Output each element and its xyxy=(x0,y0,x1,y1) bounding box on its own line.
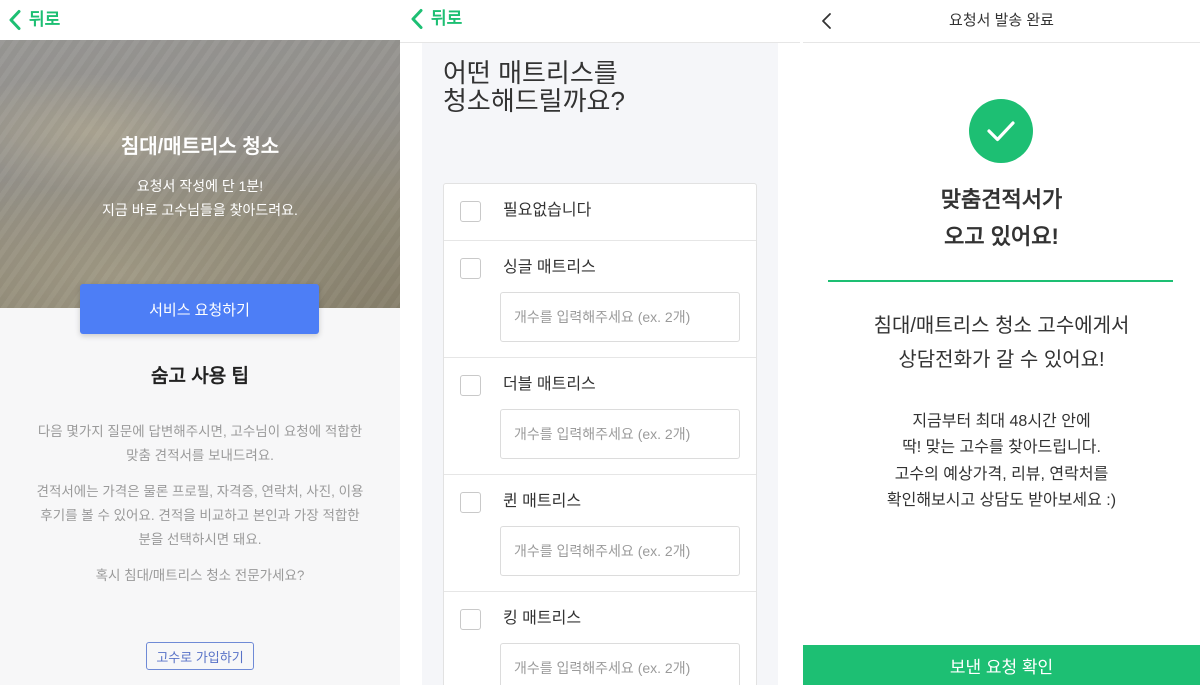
chevron-left-icon xyxy=(8,9,22,31)
checkbox-icon[interactable] xyxy=(460,258,481,279)
tip-paragraph: 견적서에는 가격은 물론 프로필, 자격증, 연락처, 사진, 이용 후기를 볼… xyxy=(36,484,364,547)
mattress-question-screen: 뒤로 어떤 매트리스를 청소해드릴까요? 필요없습니다 싱글 매트리스 더블 매… xyxy=(400,0,800,685)
service-request-button[interactable]: 서비스 요청하기 xyxy=(80,284,319,334)
option-label: 킹 매트리스 xyxy=(503,610,582,627)
checkbox-icon[interactable] xyxy=(460,201,481,222)
top-bar: 요청서 발송 완료 xyxy=(803,0,1200,43)
option-queen[interactable]: 퀸 매트리스 xyxy=(444,474,756,591)
quantity-input[interactable] xyxy=(500,292,740,342)
quantity-input[interactable] xyxy=(500,643,740,685)
option-single[interactable]: 싱글 매트리스 xyxy=(444,240,756,357)
success-details: 지금부터 최대 48시간 안에 딱! 맞는 고수를 찾아드립니다. 고수의 예상… xyxy=(886,413,1117,509)
divider xyxy=(828,280,1173,282)
option-label: 퀸 매트리스 xyxy=(503,493,582,510)
back-label: 뒤로 xyxy=(29,10,61,29)
option-label: 더블 매트리스 xyxy=(503,376,596,393)
quantity-input[interactable] xyxy=(500,409,740,459)
checkbox-icon[interactable] xyxy=(460,492,481,513)
option-list: 필요없습니다 싱글 매트리스 더블 매트리스 퀸 매트리스 킹 매트리스 xyxy=(443,183,757,685)
option-double[interactable]: 더블 매트리스 xyxy=(444,357,756,474)
top-bar: 뒤로 xyxy=(400,0,800,43)
checkbox-icon[interactable] xyxy=(460,609,481,630)
pro-signup-button[interactable]: 고수로 가입하기 xyxy=(146,642,254,670)
request-complete-screen: 요청서 발송 완료 맞춤견적서가 오고 있어요! 침대/매트리스 청소 고수에게… xyxy=(803,0,1200,685)
view-sent-request-button[interactable]: 보낸 요청 확인 xyxy=(803,645,1200,685)
pro-question-text: 혹시 침대/매트리스 청소 전문가세요? xyxy=(95,568,305,583)
hero-banner: 침대/매트리스 청소 요청서 작성에 단 1분! 지금 바로 고수님들을 찾아드… xyxy=(0,40,400,308)
hero-subtitle: 요청서 작성에 단 1분! 지금 바로 고수님들을 찾아드려요. xyxy=(102,178,298,218)
success-headline: 맞춤견적서가 오고 있어요! xyxy=(940,187,1063,249)
top-bar: 뒤로 xyxy=(0,0,400,40)
option-king[interactable]: 킹 매트리스 xyxy=(444,591,756,685)
quantity-input[interactable] xyxy=(500,526,740,576)
option-label: 싱글 매트리스 xyxy=(503,259,596,276)
check-circle-icon xyxy=(969,99,1033,163)
chevron-left-icon xyxy=(410,8,424,30)
back-button[interactable]: 뒤로 xyxy=(8,7,60,33)
chevron-left-icon[interactable] xyxy=(820,12,834,30)
checkbox-icon[interactable] xyxy=(460,375,481,396)
question-title: 어떤 매트리스를 청소해드릴까요? xyxy=(443,58,625,116)
back-button[interactable]: 뒤로 xyxy=(410,6,462,32)
service-intro-screen: 뒤로 침대/매트리스 청소 요청서 작성에 단 1분! 지금 바로 고수님들을 … xyxy=(0,0,400,685)
tips-title: 숨고 사용 팁 xyxy=(151,366,249,387)
hero-title: 침대/매트리스 청소 xyxy=(120,136,280,158)
tip-paragraph: 다음 몇가지 질문에 답변해주시면, 고수님이 요청에 적합한 맞춤 견적서를 … xyxy=(37,424,363,463)
screenshot-collage: 뒤로 침대/매트리스 청소 요청서 작성에 단 1분! 지금 바로 고수님들을 … xyxy=(0,0,1200,685)
page-title: 요청서 발송 완료 xyxy=(949,12,1054,29)
option-none[interactable]: 필요없습니다 xyxy=(444,184,756,240)
success-message: 침대/매트리스 청소 고수에게서 상담전화가 갈 수 있어요! xyxy=(873,315,1130,371)
option-label: 필요없습니다 xyxy=(503,202,592,219)
back-label: 뒤로 xyxy=(431,9,463,28)
